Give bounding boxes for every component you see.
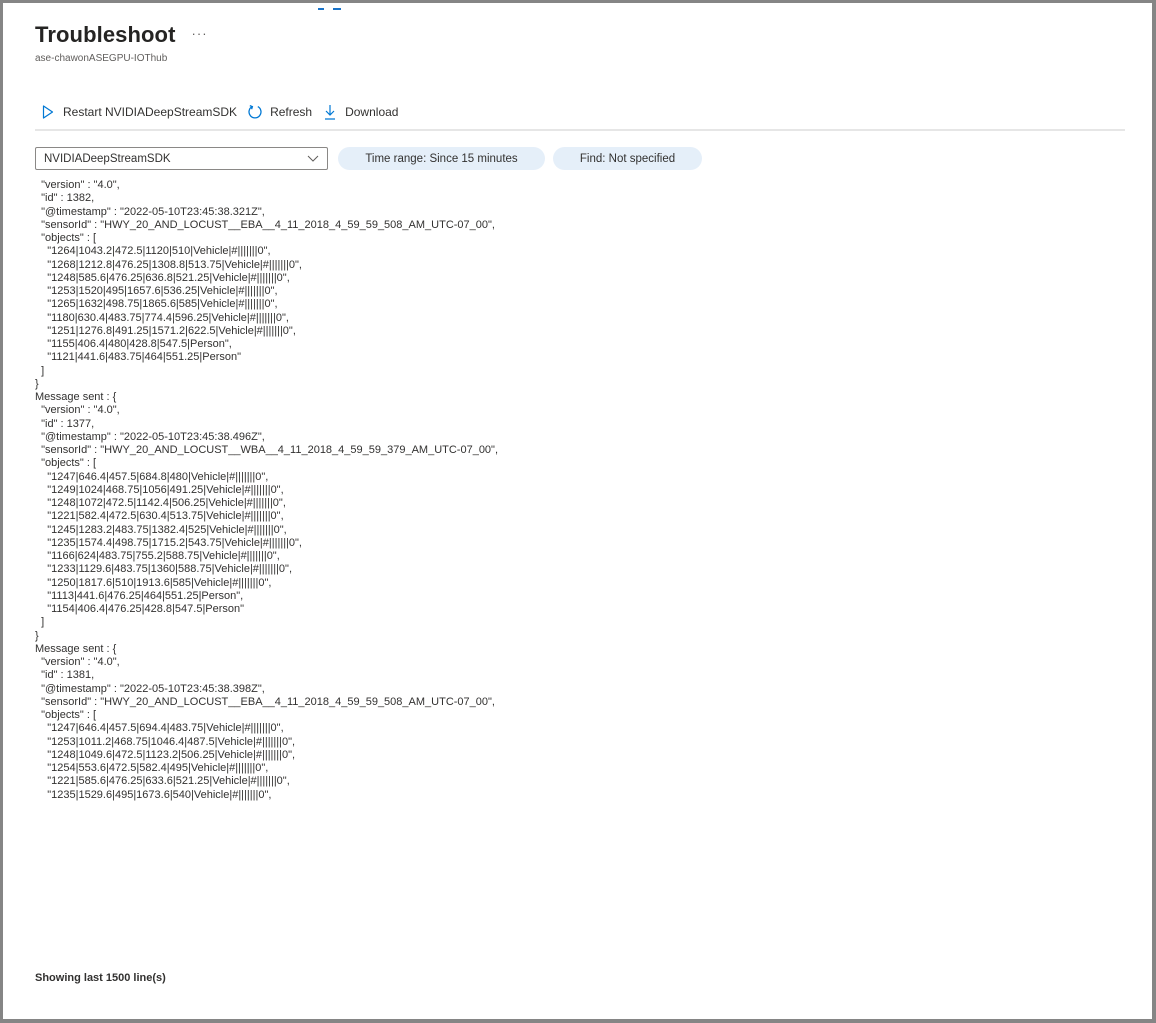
log-line: "id" : 1382, [35, 192, 95, 205]
log-line: "1154|406.4|476.25|428.8|547.5|Person" [35, 603, 245, 615]
log-line: "1249|1024|468.75|1056|491.25|Vehicle|#|… [35, 483, 284, 496]
refresh-button[interactable]: Refresh [247, 104, 312, 120]
log-line: "@timestamp" : "2022-05-10T23:45:38.496Z… [35, 430, 265, 443]
log-line: Message sent : { [35, 642, 117, 655]
log-line: "@timestamp" : "2022-05-10T23:45:38.398Z… [35, 682, 265, 695]
download-button[interactable]: Download [322, 104, 398, 120]
log-line: Message sent : { [35, 391, 117, 403]
log-line: "1155|406.4|480|428.8|547.5|Person", [35, 338, 232, 350]
page-subtitle: ase-chawonASEGPU-IOThub [35, 53, 168, 64]
log-line: ] [35, 616, 45, 629]
log-line: "@timestamp" : "2022-05-10T23:45:38.321Z… [35, 205, 265, 218]
log-line: "version" : "4.0", [35, 656, 120, 668]
restart-label: Restart NVIDIADeepStreamSDK [63, 105, 238, 119]
log-line: "1166|624|483.75|755.2|588.75|Vehicle|#|… [35, 550, 280, 562]
log-line: "1221|585.6|476.25|633.6|521.25|Vehicle|… [35, 775, 290, 788]
log-line: "id" : 1381, [35, 669, 95, 682]
log-line: "version" : "4.0", [35, 179, 120, 191]
log-line: "1235|1529.6|495|1673.6|540|Vehicle|#|||… [35, 788, 272, 801]
module-select[interactable]: NVIDIADeepStreamSDK [35, 147, 328, 170]
log-line: "objects" : [ [35, 232, 96, 244]
log-line: "objects" : [ [35, 457, 96, 470]
toolbar-divider [35, 129, 1125, 131]
log-line: "1180|630.4|483.75|774.4|596.25|Vehicle|… [35, 311, 289, 324]
log-line: "1245|1283.2|483.75|1382.4|525|Vehicle|#… [35, 523, 287, 536]
log-line: "sensorId" : "HWY_20_AND_LOCUST__EBA__4_… [35, 218, 495, 231]
log-line: "1251|1276.8|491.25|1571.2|622.5|Vehicle… [35, 324, 296, 337]
page-header: Troubleshoot ··· [35, 22, 208, 48]
page-title: Troubleshoot [35, 22, 176, 47]
refresh-icon [247, 104, 263, 120]
log-line: "1247|646.4|457.5|684.8|480|Vehicle|#|||… [35, 470, 269, 483]
log-line: "1247|646.4|457.5|694.4|483.75|Vehicle|#… [35, 722, 284, 735]
download-icon [322, 104, 338, 120]
log-line: "1250|1817.6|510|1913.6|585|Vehicle|#|||… [35, 576, 272, 589]
log-line: "1248|585.6|476.25|636.8|521.25|Vehicle|… [35, 271, 290, 284]
chevron-down-icon [307, 155, 319, 162]
log-line: ] [35, 364, 45, 377]
log-line: "1253|1520|495|1657.6|536.25|Vehicle|#||… [35, 285, 278, 297]
line-count-status: Showing last 1500 line(s) [35, 972, 166, 984]
log-line: "1253|1011.2|468.75|1046.4|487.5|Vehicle… [35, 735, 296, 748]
log-line: "1233|1129.6|483.75|1360|588.75|Vehicle|… [35, 563, 293, 576]
log-line: "sensorId" : "HWY_20_AND_LOCUST__WBA__4_… [35, 444, 499, 456]
log-line: "objects" : [ [35, 709, 96, 721]
log-line: "version" : "4.0", [35, 404, 120, 417]
time-range-filter[interactable]: Time range: Since 15 minutes [338, 147, 545, 170]
log-line: "1113|441.6|476.25|464|551.25|Person", [35, 589, 244, 602]
log-line: } [35, 377, 39, 390]
command-bar: Restart NVIDIADeepStreamSDK Refresh Down… [40, 104, 408, 120]
find-filter[interactable]: Find: Not specified [553, 147, 702, 170]
cropped-link-fragment [318, 8, 348, 10]
log-line: "1254|553.6|472.5|582.4|495|Vehicle|#|||… [35, 762, 269, 774]
log-line: "1121|441.6|483.75|464|551.25|Person" [35, 351, 241, 364]
log-line: "1265|1632|498.75|1865.6|585|Vehicle|#||… [35, 298, 278, 311]
log-output: "version" : "4.0", "id" : 1382, "@timest… [35, 179, 1115, 802]
play-icon [40, 104, 56, 120]
log-line: "1264|1043.2|472.5|1120|510|Vehicle|#|||… [35, 245, 271, 258]
log-line: "1248|1072|472.5|1142.4|506.25|Vehicle|#… [35, 497, 286, 509]
log-line: "1268|1212.8|476.25|1308.8|513.75|Vehicl… [35, 258, 302, 271]
log-line: } [35, 629, 39, 642]
module-select-value: NVIDIADeepStreamSDK [44, 152, 171, 165]
log-line: "sensorId" : "HWY_20_AND_LOCUST__EBA__4_… [35, 695, 495, 708]
log-line: "id" : 1377, [35, 417, 95, 430]
log-line: "1235|1574.4|498.75|1715.2|543.75|Vehicl… [35, 536, 302, 549]
log-line: "1221|582.4|472.5|630.4|513.75|Vehicle|#… [35, 510, 284, 523]
more-options-button[interactable]: ··· [192, 26, 208, 41]
download-label: Download [345, 105, 399, 119]
refresh-label: Refresh [270, 105, 313, 119]
restart-button[interactable]: Restart NVIDIADeepStreamSDK [40, 104, 237, 120]
log-line: "1248|1049.6|472.5|1123.2|506.25|Vehicle… [35, 748, 296, 761]
